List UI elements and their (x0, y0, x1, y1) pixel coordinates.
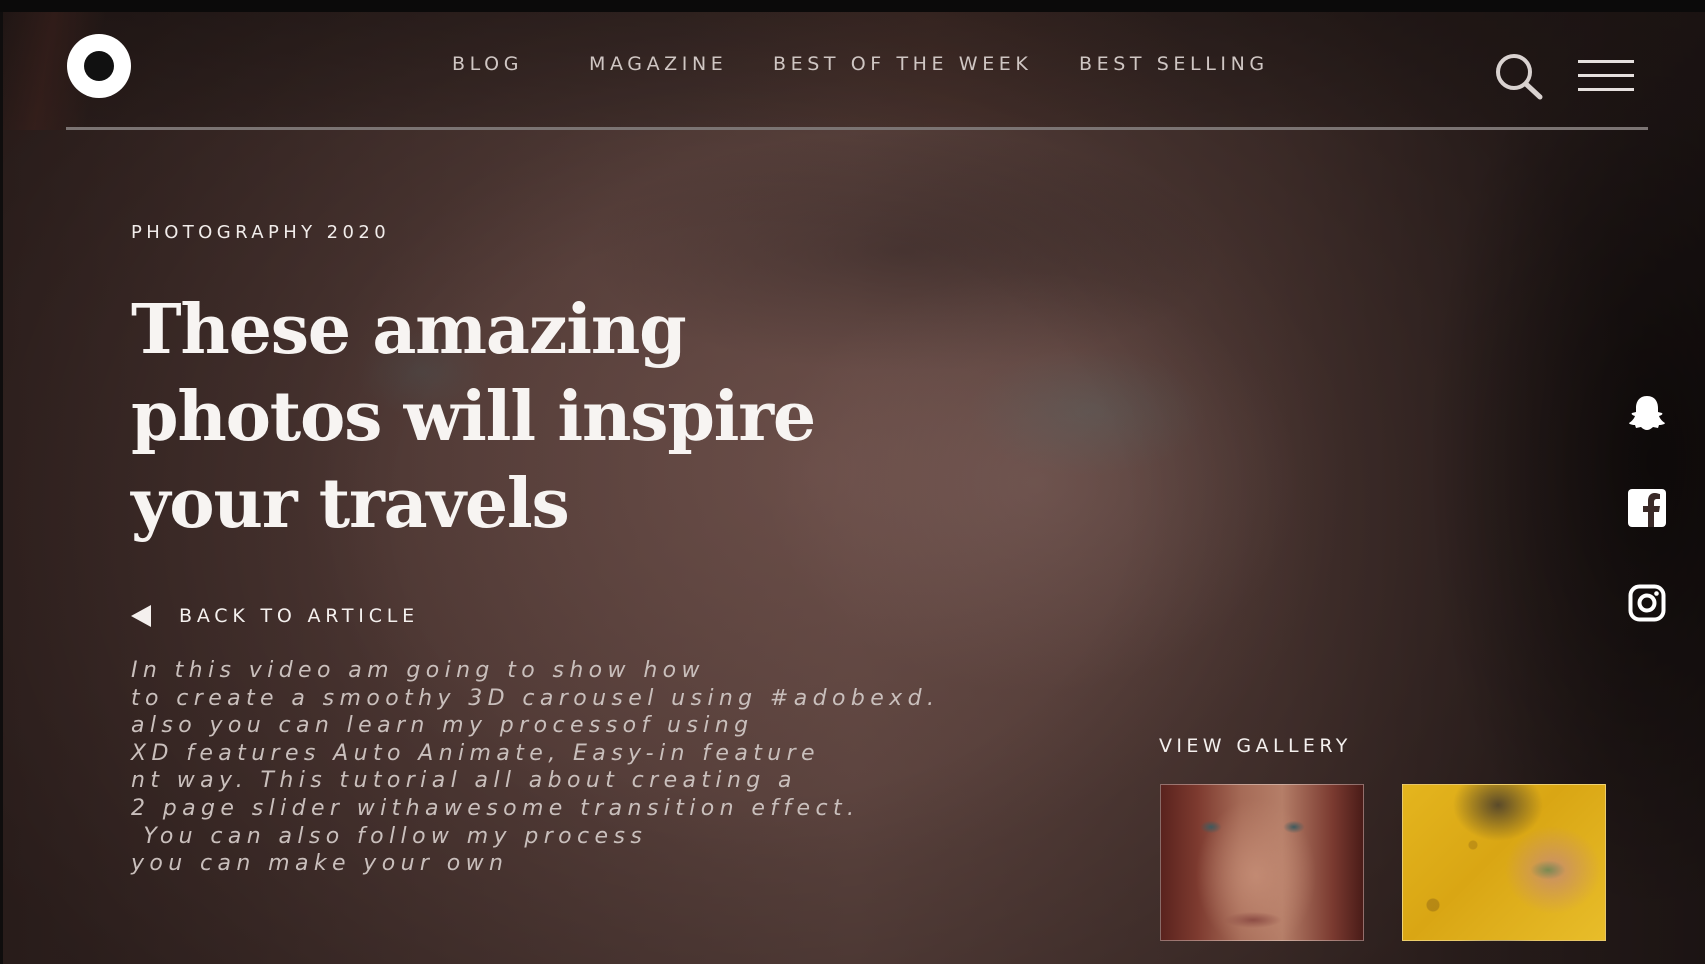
description-line: nt way. This tutorial all about creating… (131, 768, 797, 794)
description-line: you can make your own (131, 851, 509, 877)
nav-item-best-selling[interactable]: BEST SELLING (1079, 53, 1269, 79)
search-icon[interactable] (1494, 52, 1546, 100)
description-line: also you can learn my processof using (131, 713, 754, 739)
article-description: In this video am going to show how to cr… (131, 657, 1031, 878)
logo-inner-circle (84, 51, 114, 81)
top-edge-bar (0, 0, 1705, 12)
description-line: to create a smoothy 3D carousel using #a… (131, 685, 940, 711)
page: BLOG MAGAZINE BEST OF THE WEEK BEST SELL… (0, 0, 1705, 964)
description-line: 2 page slider withawesome transition eff… (131, 795, 860, 821)
header-divider (66, 127, 1648, 130)
article-headline: These amazing photos will inspire your t… (131, 287, 851, 548)
nav-item-magazine[interactable]: MAGAZINE (589, 53, 727, 79)
description-line: In this video am going to show how (131, 658, 705, 683)
headline-line-1: These amazing (131, 290, 687, 370)
article-category: PHOTOGRAPHY 2020 (131, 222, 391, 243)
back-to-article-link[interactable]: BACK TO ARTICLE (131, 602, 419, 630)
back-to-article-label: BACK TO ARTICLE (179, 605, 419, 627)
circle-logo[interactable] (67, 34, 131, 98)
nav-item-best-of-the-week[interactable]: BEST OF THE WEEK (773, 53, 1032, 79)
back-arrow-icon (131, 605, 151, 627)
yellow-leaf-eye-thumbnail[interactable] (1402, 784, 1606, 941)
description-line: XD features Auto Animate, Easy-in featur… (131, 740, 820, 766)
portrait-thumbnail[interactable] (1160, 784, 1364, 941)
headline-line-3: your travels (131, 464, 570, 544)
headline-line-2: photos will inspire (131, 377, 816, 457)
instagram-icon[interactable] (1628, 584, 1666, 622)
nav-item-blog[interactable]: BLOG (452, 53, 523, 79)
snapchat-icon[interactable] (1628, 394, 1666, 432)
view-gallery-label[interactable]: VIEW GALLERY (1159, 735, 1352, 757)
facebook-icon[interactable] (1628, 489, 1666, 527)
hamburger-menu-icon[interactable] (1578, 59, 1634, 93)
description-line: You can also follow my process (131, 823, 648, 849)
